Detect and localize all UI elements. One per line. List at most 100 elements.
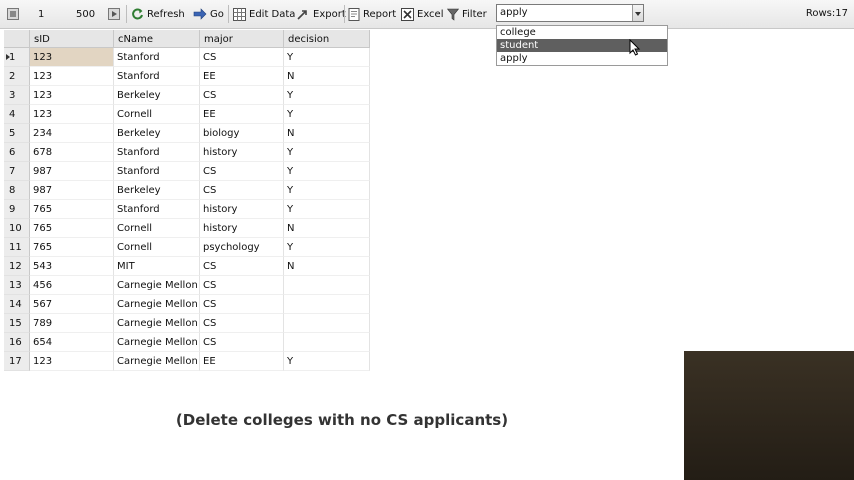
table-select[interactable]: apply — [496, 4, 644, 22]
table-cell[interactable]: EE — [200, 67, 284, 86]
next-page-button[interactable] — [108, 0, 120, 28]
table-cell[interactable]: 123 — [30, 48, 114, 67]
table-cell[interactable]: Stanford — [114, 143, 200, 162]
grid-corner-header[interactable] — [4, 30, 30, 48]
table-cell[interactable]: N — [284, 67, 370, 86]
table-cell[interactable]: CS — [200, 276, 284, 295]
chevron-down-icon[interactable] — [632, 5, 643, 21]
row-header[interactable]: 7 — [4, 162, 30, 181]
table-cell[interactable]: CS — [200, 333, 284, 352]
table-cell[interactable]: MIT — [114, 257, 200, 276]
table-cell[interactable]: Y — [284, 86, 370, 105]
table-cell[interactable]: 123 — [30, 67, 114, 86]
table-cell[interactable]: Carnegie Mellon — [114, 295, 200, 314]
table-cell[interactable]: CS — [200, 162, 284, 181]
table-cell[interactable]: Y — [284, 238, 370, 257]
table-cell[interactable]: history — [200, 200, 284, 219]
table-cell[interactable]: Y — [284, 200, 370, 219]
table-cell[interactable]: Y — [284, 48, 370, 67]
table-cell[interactable]: 987 — [30, 162, 114, 181]
table-cell[interactable] — [284, 295, 370, 314]
table-cell[interactable]: EE — [200, 105, 284, 124]
table-cell[interactable]: 789 — [30, 314, 114, 333]
row-header[interactable]: 14 — [4, 295, 30, 314]
table-cell[interactable] — [284, 314, 370, 333]
table-cell[interactable]: 234 — [30, 124, 114, 143]
table-cell[interactable]: Berkeley — [114, 86, 200, 105]
table-cell[interactable]: Stanford — [114, 200, 200, 219]
table-cell[interactable]: 765 — [30, 200, 114, 219]
table-cell[interactable]: Berkeley — [114, 181, 200, 200]
row-header[interactable]: 11 — [4, 238, 30, 257]
edit-data-button[interactable]: Edit Data — [233, 0, 295, 28]
column-header-major[interactable]: major — [200, 30, 284, 48]
table-cell[interactable]: Stanford — [114, 67, 200, 86]
row-header[interactable]: 12 — [4, 257, 30, 276]
table-cell[interactable]: CS — [200, 295, 284, 314]
dropdown-option-apply[interactable]: apply — [497, 52, 667, 65]
row-header[interactable]: 6 — [4, 143, 30, 162]
column-header-sid[interactable]: sID — [30, 30, 114, 48]
table-cell[interactable]: CS — [200, 86, 284, 105]
table-cell[interactable]: 543 — [30, 257, 114, 276]
table-cell[interactable]: 765 — [30, 238, 114, 257]
table-cell[interactable]: CS — [200, 257, 284, 276]
row-header[interactable]: 13 — [4, 276, 30, 295]
table-cell[interactable]: 123 — [30, 105, 114, 124]
table-cell[interactable]: history — [200, 143, 284, 162]
export-button[interactable]: Export — [296, 0, 346, 28]
table-cell[interactable]: Cornell — [114, 105, 200, 124]
table-cell[interactable]: 123 — [30, 352, 114, 371]
row-header[interactable]: 5 — [4, 124, 30, 143]
dropdown-option-college[interactable]: college — [497, 26, 667, 39]
table-cell[interactable] — [284, 276, 370, 295]
column-header-decision[interactable]: decision — [284, 30, 370, 48]
table-cell[interactable]: EE — [200, 352, 284, 371]
dropdown-option-student[interactable]: student — [497, 39, 667, 52]
table-cell[interactable]: Stanford — [114, 48, 200, 67]
filter-button[interactable]: Filter — [447, 0, 487, 28]
table-cell[interactable]: N — [284, 257, 370, 276]
table-cell[interactable]: 123 — [30, 86, 114, 105]
table-cell[interactable]: N — [284, 219, 370, 238]
table-cell[interactable]: CS — [200, 48, 284, 67]
table-cell[interactable]: Carnegie Mellon — [114, 276, 200, 295]
excel-button[interactable]: Excel — [401, 0, 444, 28]
table-cell[interactable]: Cornell — [114, 238, 200, 257]
row-header[interactable]: 17 — [4, 352, 30, 371]
page-size-field[interactable]: 500 — [76, 0, 95, 28]
report-button[interactable]: Report — [348, 0, 396, 28]
table-cell[interactable]: 567 — [30, 295, 114, 314]
table-cell[interactable]: CS — [200, 181, 284, 200]
table-cell[interactable]: Carnegie Mellon — [114, 314, 200, 333]
table-cell[interactable] — [284, 333, 370, 352]
table-cell[interactable]: Y — [284, 105, 370, 124]
table-cell[interactable]: Y — [284, 181, 370, 200]
table-cell[interactable]: 654 — [30, 333, 114, 352]
row-header[interactable]: 10 — [4, 219, 30, 238]
row-header[interactable]: 2 — [4, 67, 30, 86]
row-header[interactable]: 8 — [4, 181, 30, 200]
refresh-button[interactable]: Refresh — [131, 0, 185, 28]
row-header[interactable]: 16 — [4, 333, 30, 352]
row-header[interactable]: 1 — [4, 48, 30, 67]
table-cell[interactable]: psychology — [200, 238, 284, 257]
table-cell[interactable]: Berkeley — [114, 124, 200, 143]
row-header[interactable]: 15 — [4, 314, 30, 333]
table-cell[interactable]: biology — [200, 124, 284, 143]
table-cell[interactable]: 765 — [30, 219, 114, 238]
table-cell[interactable]: Y — [284, 352, 370, 371]
table-cell[interactable]: 987 — [30, 181, 114, 200]
column-header-cname[interactable]: cName — [114, 30, 200, 48]
table-cell[interactable]: Carnegie Mellon — [114, 333, 200, 352]
row-header[interactable]: 4 — [4, 105, 30, 124]
table-cell[interactable]: Stanford — [114, 162, 200, 181]
first-page-button[interactable] — [7, 0, 19, 28]
row-header[interactable]: 9 — [4, 200, 30, 219]
table-cell[interactable]: 456 — [30, 276, 114, 295]
table-cell[interactable]: N — [284, 124, 370, 143]
table-cell[interactable]: CS — [200, 314, 284, 333]
table-cell[interactable]: history — [200, 219, 284, 238]
table-cell[interactable]: 678 — [30, 143, 114, 162]
row-header[interactable]: 3 — [4, 86, 30, 105]
